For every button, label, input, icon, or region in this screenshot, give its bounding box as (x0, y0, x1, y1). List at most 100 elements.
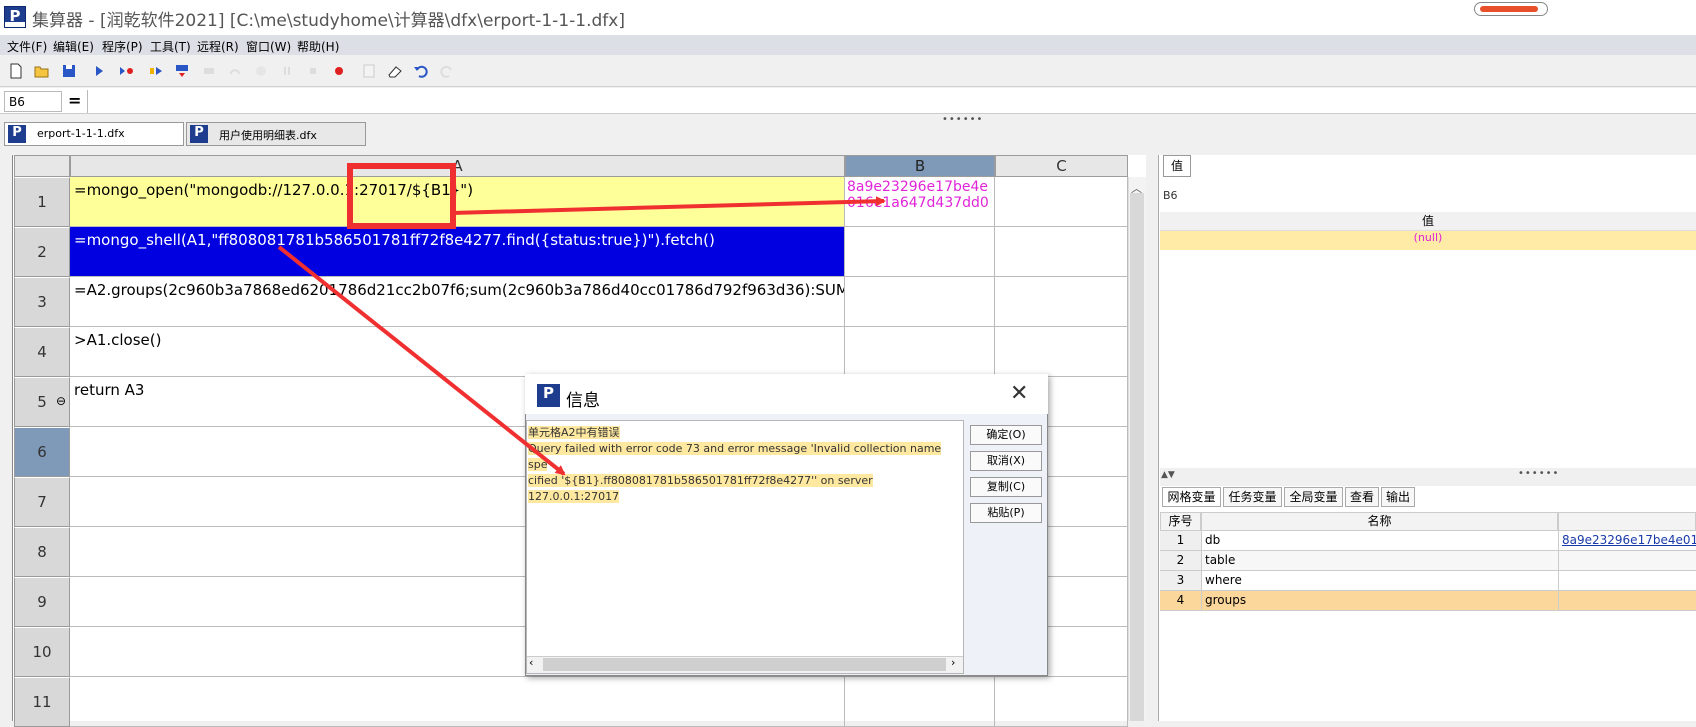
close-icon[interactable]: ✕ (1010, 383, 1028, 405)
row-header-10[interactable]: 10 (14, 627, 70, 677)
cell-a4[interactable]: >A1.close() (70, 327, 845, 377)
file-logo-icon: P (190, 125, 208, 143)
step-icon[interactable] (147, 62, 165, 80)
cell-c11[interactable] (995, 677, 1128, 727)
corner-header[interactable] (14, 155, 70, 177)
dialog-header (525, 374, 1048, 414)
dialog-scroll-thumb[interactable] (543, 658, 946, 671)
grid-scroll-thumb[interactable] (1130, 193, 1144, 721)
panel-divider[interactable] (1160, 468, 1696, 486)
cancel-button[interactable]: 取消(X) (970, 451, 1042, 471)
value-cell-ref: B6 (1163, 189, 1178, 202)
app-logo-icon: P (4, 6, 26, 28)
cell-c4[interactable] (995, 327, 1128, 377)
cell-b1[interactable]: 8a9e23296e17be4e 016e1a647d437dd0 (845, 177, 995, 227)
var-row-value[interactable] (1558, 591, 1696, 611)
disabled-icon-2 (230, 69, 240, 75)
cell-b11[interactable] (845, 677, 995, 727)
menu-program[interactable]: 程序(P) (102, 38, 143, 55)
cell-c2[interactable] (995, 227, 1128, 277)
dialog-logo-icon: P (537, 384, 560, 407)
var-row-index[interactable]: 2 (1160, 551, 1201, 571)
cell-b2[interactable] (845, 227, 995, 277)
var-header-index: 序号 (1160, 512, 1201, 531)
cell-c1[interactable] (995, 177, 1128, 227)
save-icon[interactable] (60, 62, 78, 80)
var-row-name[interactable]: where (1201, 571, 1558, 591)
splitter-handle[interactable]: •••••• (942, 114, 983, 125)
var-row-index[interactable]: 3 (1160, 571, 1201, 591)
cell-a11[interactable] (70, 677, 845, 727)
row-header-11[interactable]: 11 (14, 677, 70, 727)
var-row-value[interactable] (1558, 571, 1696, 591)
var-row-index[interactable]: 1 (1160, 531, 1201, 551)
row-header-7[interactable]: 7 (14, 477, 70, 527)
var-row-name[interactable]: table (1201, 551, 1558, 571)
file-logo-icon: P (8, 125, 26, 143)
row-header-1[interactable]: 1 (14, 177, 70, 227)
cell-a2[interactable]: =mongo_shell(A1,"ff808081781b586501781ff… (70, 227, 845, 277)
value-column-header: 值 (1160, 212, 1696, 231)
tab-value[interactable]: 值 (1163, 155, 1191, 177)
collapse-arrows-icon[interactable]: ▲▼ (1161, 470, 1175, 480)
debug-run-icon[interactable] (117, 62, 135, 80)
undo-icon[interactable] (412, 62, 430, 80)
var-row-index[interactable]: 4 (1160, 591, 1201, 611)
var-row-value[interactable] (1558, 551, 1696, 571)
column-header-a[interactable]: A (70, 155, 845, 177)
window-title: 集算器 - [润乾软件2021] [C:\me\studyhome\计算器\df… (32, 11, 625, 31)
scroll-up-icon[interactable]: ︿ (1131, 180, 1142, 196)
run-icon[interactable] (90, 62, 108, 80)
title-progress-indicator (1474, 2, 1548, 16)
row-header-6[interactable]: 6 (14, 427, 70, 477)
cell-a3[interactable]: =A2.groups(2c960b3a7868ed6201786d21cc2b0… (70, 277, 845, 327)
file-tab-erport[interactable]: Perport-1-1-1.dfx (4, 122, 184, 146)
row-header-9[interactable]: 9 (14, 577, 70, 627)
menu-tools[interactable]: 工具(T) (150, 38, 191, 55)
step-into-icon[interactable] (173, 62, 191, 80)
cell-b1-value-line1: 8a9e23296e17be4e (847, 179, 988, 195)
scroll-right-icon[interactable]: › (951, 656, 955, 669)
tab-grid-vars[interactable]: 网格变量 (1162, 487, 1221, 507)
var-row-name[interactable]: groups (1201, 591, 1558, 611)
column-header-c[interactable]: C (995, 155, 1128, 177)
var-row-name[interactable]: db (1201, 531, 1558, 551)
copy-button[interactable]: 复制(C) (970, 477, 1042, 497)
disabled-icon-3 (256, 66, 266, 76)
paste-button[interactable]: 粘贴(P) (970, 503, 1042, 523)
new-file-icon[interactable] (7, 62, 25, 80)
formula-input[interactable] (87, 90, 1696, 113)
row-header-2[interactable]: 2 (14, 227, 70, 277)
eraser-icon[interactable] (386, 62, 404, 80)
var-header-value (1558, 512, 1696, 531)
collapse-marker-icon[interactable]: ⊖ (56, 394, 66, 408)
menu-file[interactable]: 文件(F) (7, 38, 47, 55)
row-header-3[interactable]: 3 (14, 277, 70, 327)
open-folder-icon[interactable] (33, 62, 51, 80)
cell-a1[interactable]: =mongo_open("mongodb://127.0.0.1:27017/$… (70, 177, 845, 227)
var-header-name: 名称 (1201, 512, 1558, 531)
breakpoint-icon[interactable] (330, 62, 348, 80)
cell-b3[interactable] (845, 277, 995, 327)
scroll-left-icon[interactable]: ‹ (529, 656, 533, 669)
menu-window[interactable]: 窗口(W) (246, 38, 291, 55)
value-null-row[interactable]: (null) (1160, 231, 1696, 250)
menu-edit[interactable]: 编辑(E) (53, 38, 94, 55)
dialog-title: 信息 (566, 391, 600, 411)
column-header-b[interactable]: B (845, 155, 995, 177)
menu-remote[interactable]: 远程(R) (197, 38, 239, 55)
file-tab-user-detail[interactable]: P 用户使用明细表.dfx (186, 122, 366, 146)
cell-name-box[interactable]: B6 (4, 91, 62, 112)
row-header-8[interactable]: 8 (14, 527, 70, 577)
cell-c3[interactable] (995, 277, 1128, 327)
row-header-4[interactable]: 4 (14, 327, 70, 377)
var-row-value[interactable]: 8a9e23296e17be4e016e (1558, 531, 1696, 551)
menu-help[interactable]: 帮助(H) (297, 38, 339, 55)
tab-watch[interactable]: 查看 (1345, 487, 1379, 507)
tab-task-vars[interactable]: 任务变量 (1223, 487, 1282, 507)
panel-splitter-handle[interactable]: •••••• (1518, 468, 1559, 479)
tab-output[interactable]: 输出 (1381, 487, 1415, 507)
tab-global-vars[interactable]: 全局变量 (1284, 487, 1343, 507)
ok-button[interactable]: 确定(O) (970, 425, 1042, 445)
cell-b4[interactable] (845, 327, 995, 377)
